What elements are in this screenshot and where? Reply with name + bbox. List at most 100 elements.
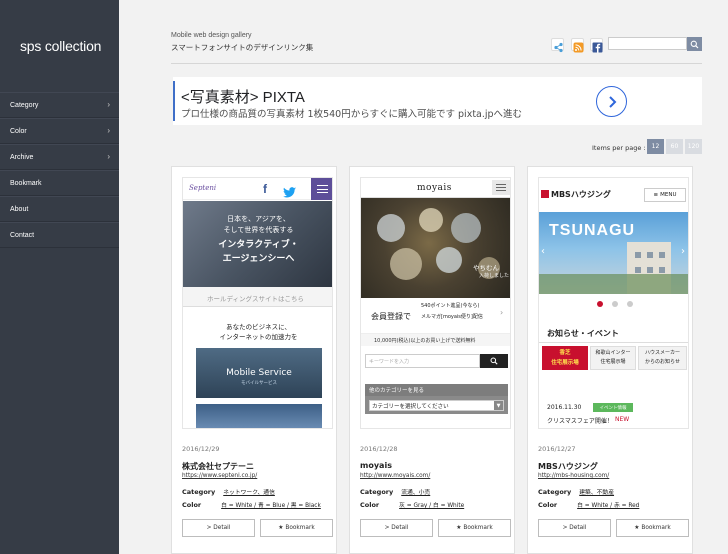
share-icon[interactable] xyxy=(551,38,564,53)
signup-text: 会員登録で xyxy=(371,312,411,321)
post-date: 2016/12/27 xyxy=(538,445,576,453)
intro-text: あなたのビジネスに、 xyxy=(226,323,291,331)
site-url[interactable]: https://www.septeni.co.jp/ xyxy=(182,473,257,479)
site-card: Septeni f 日本を、アジアを、 そして世界を代表する インタラクティブ・… xyxy=(171,166,337,554)
site-url[interactable]: http://mbs-housing.com/ xyxy=(538,473,609,479)
category-label: Category xyxy=(182,488,216,496)
rss-icon[interactable] xyxy=(571,38,584,53)
bookmark-button[interactable]: ★ Bookmark xyxy=(260,519,333,537)
sidebar-nav: Category › Color › Archive › Bookmark About… xyxy=(0,92,119,248)
detail-button[interactable]: > Detail xyxy=(360,519,433,537)
category-label: Category xyxy=(538,488,572,496)
chevron-right-icon: › xyxy=(681,246,685,257)
color-value[interactable]: 灰 = Gray / 白 = White xyxy=(399,503,464,509)
sidebar-item-bookmark[interactable]: Bookmark xyxy=(0,170,119,196)
search-placeholder: キーワードを入力 xyxy=(369,359,410,365)
sidebar-item-category[interactable]: Category › xyxy=(0,92,119,118)
menu-button: ≡ MENU xyxy=(644,188,686,202)
hero-caption: やちむん xyxy=(473,264,499,272)
ad-banner[interactable]: <写真素材> PIXTA プロ仕様の商品質の写真素材 1枚540円からすぐに購入… xyxy=(173,77,702,125)
hero-caption: 入荷しました xyxy=(479,273,510,279)
site-name[interactable]: MBSハウジング xyxy=(538,461,598,472)
sidebar: sps collection Category › Color › Archive ›… xyxy=(0,0,119,554)
tab-label: ハウスメーカー xyxy=(644,350,680,356)
tab-label: 香芝 xyxy=(559,350,571,356)
post-date: 2016/12/28 xyxy=(360,445,398,453)
intro-text: インターネットの加速力を xyxy=(219,333,298,341)
signup-point: 540ポイント進呈(今なら) xyxy=(421,303,480,309)
category-row: Category ネットワーク、通信 xyxy=(182,487,275,496)
screenshot-logo: moyais xyxy=(417,183,452,193)
site-name[interactable]: 株式会社セプテーニ xyxy=(182,461,254,472)
per-page-option-60[interactable]: 60 xyxy=(666,139,683,154)
category-select-text: カテゴリーを選択してください xyxy=(372,404,449,410)
tab-label: 住宅展示場 xyxy=(551,360,579,366)
color-label: Color xyxy=(538,501,558,509)
twitter-icon xyxy=(283,183,297,202)
site-card: MBSハウジング ≡ MENU TSUNAGU ‹ › お知らせ・イベント 香芝… xyxy=(527,166,693,554)
chevron-right-icon: › xyxy=(107,152,110,161)
hero-text: そして世界を代表する xyxy=(223,226,294,234)
site-logo[interactable]: sps collection xyxy=(20,38,101,54)
category-label: Category xyxy=(360,488,394,496)
sidebar-item-about[interactable]: About xyxy=(0,196,119,222)
category-row: Category 流通、小売 xyxy=(360,487,430,496)
chevron-right-icon: › xyxy=(107,126,110,135)
ad-title[interactable]: <写真素材> PIXTA xyxy=(181,86,305,107)
news-date: 2016.11.30 xyxy=(547,404,582,411)
section-title: お知らせ・イベント xyxy=(547,329,619,338)
site-name[interactable]: moyais xyxy=(360,461,392,470)
category-value[interactable]: ネットワーク、通信 xyxy=(223,490,275,496)
screenshot-hero-image xyxy=(361,198,510,298)
ad-arrow-button[interactable] xyxy=(596,86,627,117)
screenshot-logo: Septeni xyxy=(189,184,217,192)
facebook-icon[interactable] xyxy=(590,38,603,53)
site-url[interactable]: http://www.moyais.com/ xyxy=(360,473,430,479)
category-value[interactable]: 建築、不動産 xyxy=(579,490,614,496)
per-page-option-12[interactable]: 12 xyxy=(647,139,664,154)
site-screenshot[interactable]: MBSハウジング ≡ MENU TSUNAGU ‹ › お知らせ・イベント 香芝… xyxy=(538,177,689,429)
site-card: moyais やちむん 入荷しました 会員登録で 540ポイント進呈(今なら) … xyxy=(349,166,515,554)
search-input[interactable] xyxy=(608,37,687,50)
sidebar-item-color[interactable]: Color › xyxy=(0,118,119,144)
carousel-dot xyxy=(612,301,618,307)
tab-label: 和歌山インター xyxy=(595,350,631,356)
site-screenshot[interactable]: Septeni f 日本を、アジアを、 そして世界を代表する インタラクティブ・… xyxy=(182,177,333,429)
bookmark-button[interactable]: ★ Bookmark xyxy=(616,519,689,537)
color-value[interactable]: 白 = White / 青 = Blue / 黒 = Black xyxy=(221,503,321,509)
chevron-down-icon: ▼ xyxy=(494,401,503,410)
new-badge: NEW xyxy=(615,416,630,423)
sidebar-item-label: Contact xyxy=(10,231,35,239)
color-label: Color xyxy=(182,501,202,509)
sidebar-item-label: Archive xyxy=(10,153,34,161)
sidebar-item-contact[interactable]: Contact xyxy=(0,222,119,248)
per-page-option-120[interactable]: 120 xyxy=(685,139,702,154)
bookmark-button[interactable]: ★ Bookmark xyxy=(438,519,511,537)
color-row: Color 白 = White / 赤 = Red xyxy=(538,500,639,509)
color-value[interactable]: 白 = White / 赤 = Red xyxy=(577,503,639,509)
sidebar-item-archive[interactable]: Archive › xyxy=(0,144,119,170)
carousel-dot xyxy=(627,301,633,307)
sidebar-item-label: About xyxy=(10,205,29,213)
header-subtitle: Mobile web design gallery xyxy=(171,32,252,39)
detail-button[interactable]: > Detail xyxy=(538,519,611,537)
hero-text: インタラクティブ・ xyxy=(218,240,299,250)
shipping-text: 10,000円(税込)以上のお買い上げで送料無料 xyxy=(374,338,476,344)
color-label: Color xyxy=(360,501,380,509)
brand-mark xyxy=(541,190,549,198)
news-title: クリスマスフェア開催！ xyxy=(547,418,613,425)
hero-text: 日本を、アジアを、 xyxy=(227,215,290,223)
holdings-link: ホールディングスサイトはこちら xyxy=(207,295,305,303)
search-button[interactable] xyxy=(687,37,702,51)
service-image-2 xyxy=(196,404,322,428)
category-value[interactable]: 流通、小売 xyxy=(401,490,430,496)
carousel-dot xyxy=(597,301,603,307)
header-title: スマートフォンサイトのデザインリンク集 xyxy=(171,43,314,52)
search-icon xyxy=(690,40,699,48)
ad-description[interactable]: プロ仕様の商品質の写真素材 1枚540円からすぐに購入可能です pixta.jp… xyxy=(181,106,522,120)
facebook-icon: f xyxy=(263,182,267,196)
site-screenshot[interactable]: moyais やちむん 入荷しました 会員登録で 540ポイント進呈(今なら) … xyxy=(360,177,511,429)
detail-button[interactable]: > Detail xyxy=(182,519,255,537)
tab-label: からのお知らせ xyxy=(645,359,680,365)
category-header-text: 他のカテゴリーを見る xyxy=(369,388,425,394)
